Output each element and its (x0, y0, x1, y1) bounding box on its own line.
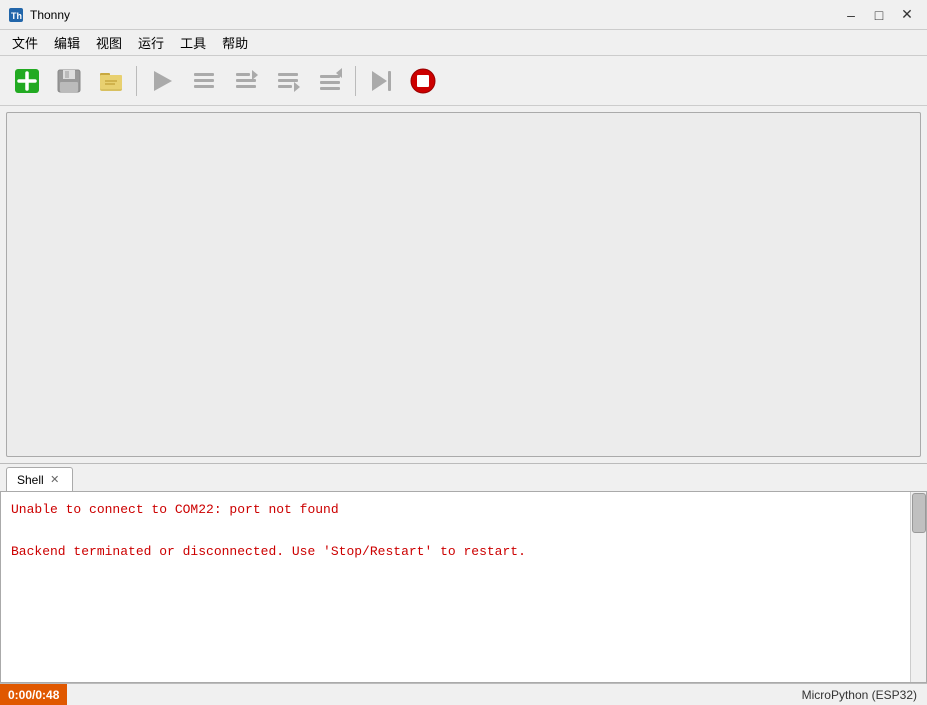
resume-button[interactable] (362, 62, 400, 100)
status-backend: MicroPython (ESP32) (792, 688, 927, 702)
shell-content[interactable]: Unable to connect to COM22: port not fou… (0, 492, 927, 683)
toolbar-separator-1 (136, 66, 137, 96)
menu-edit[interactable]: 编辑 (46, 30, 88, 55)
editor-panel[interactable] (6, 112, 921, 457)
menu-run[interactable]: 运行 (130, 30, 172, 55)
step-over-button[interactable] (227, 62, 265, 100)
titlebar: Th Thonny – □ ✕ (0, 0, 927, 30)
shell-text: Unable to connect to COM22: port not fou… (1, 492, 926, 570)
stop-button[interactable] (404, 62, 442, 100)
window-controls: – □ ✕ (839, 3, 919, 27)
statusbar: 0:00/0:48 MicroPython (ESP32) (0, 683, 927, 705)
menubar: 文件 编辑 视图 运行 工具 帮助 (0, 30, 927, 56)
scrollbar-thumb[interactable] (912, 493, 926, 533)
shell-tab-close[interactable]: ✕ (48, 473, 62, 487)
minimize-button[interactable]: – (839, 3, 863, 27)
step-out-button[interactable] (311, 62, 349, 100)
shell-tab-bar: Shell ✕ (0, 464, 927, 492)
editor-area (0, 106, 927, 463)
menu-tools[interactable]: 工具 (172, 30, 214, 55)
shell-tab[interactable]: Shell ✕ (6, 467, 73, 491)
menu-help[interactable]: 帮助 (214, 30, 256, 55)
svg-text:Th: Th (11, 11, 22, 21)
shell-line-1: Unable to connect to COM22: port not fou… (11, 500, 916, 521)
new-button[interactable] (8, 62, 46, 100)
status-time: 0:00/0:48 (0, 684, 67, 705)
shell-section: Shell ✕ Unable to connect to COM22: port… (0, 463, 927, 683)
shell-scrollbar[interactable] (910, 492, 926, 682)
app-title: Thonny (30, 8, 839, 22)
app-icon: Th (8, 7, 24, 23)
shell-tab-label: Shell (17, 473, 44, 487)
save-button[interactable] (50, 62, 88, 100)
debug-button[interactable] (185, 62, 223, 100)
shell-line-2: Backend terminated or disconnected. Use … (11, 542, 916, 563)
step-into-button[interactable] (269, 62, 307, 100)
menu-file[interactable]: 文件 (4, 30, 46, 55)
toolbar (0, 56, 927, 106)
menu-view[interactable]: 视图 (88, 30, 130, 55)
close-button[interactable]: ✕ (895, 3, 919, 27)
run-button[interactable] (143, 62, 181, 100)
toolbar-separator-2 (355, 66, 356, 96)
maximize-button[interactable]: □ (867, 3, 891, 27)
open-button[interactable] (92, 62, 130, 100)
